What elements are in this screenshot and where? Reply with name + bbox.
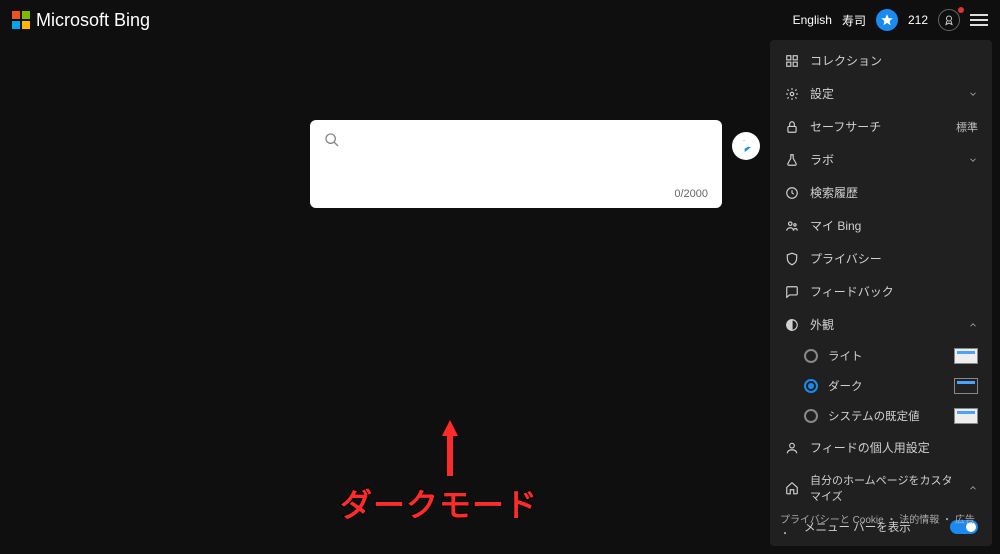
lock-icon: [784, 119, 800, 135]
theme-thumb-light-icon: [954, 348, 978, 364]
radio-selected-icon: [804, 379, 818, 393]
option-label: ライト: [828, 348, 863, 364]
hamburger-menu-icon[interactable]: [970, 14, 988, 26]
menu-item-feed-personalize[interactable]: フィードの個人用設定: [770, 431, 992, 464]
menu-label: プライバシー: [810, 250, 978, 267]
people-icon: [784, 218, 800, 234]
menu-label: ラボ: [810, 151, 958, 168]
home-icon: [784, 480, 800, 496]
brand-text: Microsoft Bing: [36, 10, 150, 31]
safesearch-value: 標準: [956, 119, 978, 135]
chat-icon: [784, 284, 800, 300]
flask-icon: [784, 152, 800, 168]
menu-label: セーフサーチ: [810, 118, 946, 135]
search-box[interactable]: 0/2000: [310, 120, 722, 208]
settings-panel: コレクション 設定 セーフサーチ 標準 ラボ 検索履歴: [770, 40, 992, 546]
avatar-icon: [784, 440, 800, 456]
chevron-up-icon: [968, 483, 978, 493]
menu-label: マイ Bing: [810, 217, 978, 234]
microsoft-logo-icon: [12, 11, 30, 29]
annotation-arrow-icon: [440, 420, 460, 476]
menu-item-mybing[interactable]: マイ Bing: [770, 209, 992, 242]
brand[interactable]: Microsoft Bing: [12, 10, 150, 31]
char-counter: 0/2000: [674, 188, 708, 200]
option-label: システムの既定値: [828, 408, 920, 424]
header-right: English 寿司 212: [793, 9, 988, 31]
appearance-option-dark[interactable]: ダーク: [770, 371, 992, 401]
menu-item-safesearch[interactable]: セーフサーチ 標準: [770, 110, 992, 143]
user-label[interactable]: 寿司: [842, 12, 866, 29]
language-switch[interactable]: English: [793, 13, 832, 27]
menu-item-labs[interactable]: ラボ: [770, 143, 992, 176]
theme-thumb-dark-icon: [954, 378, 978, 394]
chevron-down-icon: [968, 89, 978, 99]
contrast-icon: [784, 317, 800, 333]
menu-label: フィードの個人用設定: [810, 439, 978, 456]
menu-item-customize-home[interactable]: 自分のホームページをカスタマイズ: [770, 464, 992, 512]
appearance-option-system[interactable]: システムの既定値: [770, 401, 992, 431]
menu-item-privacy[interactable]: プライバシー: [770, 242, 992, 275]
radio-icon: [804, 409, 818, 423]
menu-item-settings[interactable]: 設定: [770, 77, 992, 110]
chevron-up-icon: [968, 320, 978, 330]
menu-label: 検索履歴: [810, 184, 978, 201]
theme-thumb-system-icon: [954, 408, 978, 424]
collections-icon: [784, 53, 800, 69]
gear-icon: [784, 86, 800, 102]
user-avatar-icon[interactable]: [876, 9, 898, 31]
clock-icon: [784, 185, 800, 201]
panel-footer-links[interactable]: プライバシーと Cookie ・ 法的情報 ・ 広告 ・: [780, 514, 982, 542]
chevron-down-icon: [968, 155, 978, 165]
radio-icon: [804, 349, 818, 363]
menu-label: 設定: [810, 85, 958, 102]
shield-icon: [784, 251, 800, 267]
menu-item-feedback[interactable]: フィードバック: [770, 275, 992, 308]
menu-item-history[interactable]: 検索履歴: [770, 176, 992, 209]
option-label: ダーク: [828, 378, 863, 394]
menu-label: コレクション: [810, 52, 978, 69]
annotation-label: ダークモード: [340, 480, 538, 526]
appearance-option-light[interactable]: ライト: [770, 341, 992, 371]
notification-dot-icon: [958, 7, 964, 13]
rewards-icon[interactable]: [938, 9, 960, 31]
menu-label: 自分のホームページをカスタマイズ: [810, 472, 958, 504]
points-count[interactable]: 212: [908, 13, 928, 27]
menu-item-collections[interactable]: コレクション: [770, 44, 992, 77]
toggle-news[interactable]: ニュースと関心事項を表示: [770, 542, 992, 546]
menu-item-appearance[interactable]: 外観: [770, 308, 992, 341]
search-input[interactable]: [346, 132, 708, 148]
menu-label: 外観: [810, 316, 958, 333]
header: Microsoft Bing English 寿司 212: [0, 0, 1000, 40]
bing-chat-button[interactable]: [732, 132, 760, 160]
menu-label: フィードバック: [810, 283, 978, 300]
search-area: 0/2000: [310, 120, 722, 208]
search-icon: [324, 132, 340, 148]
